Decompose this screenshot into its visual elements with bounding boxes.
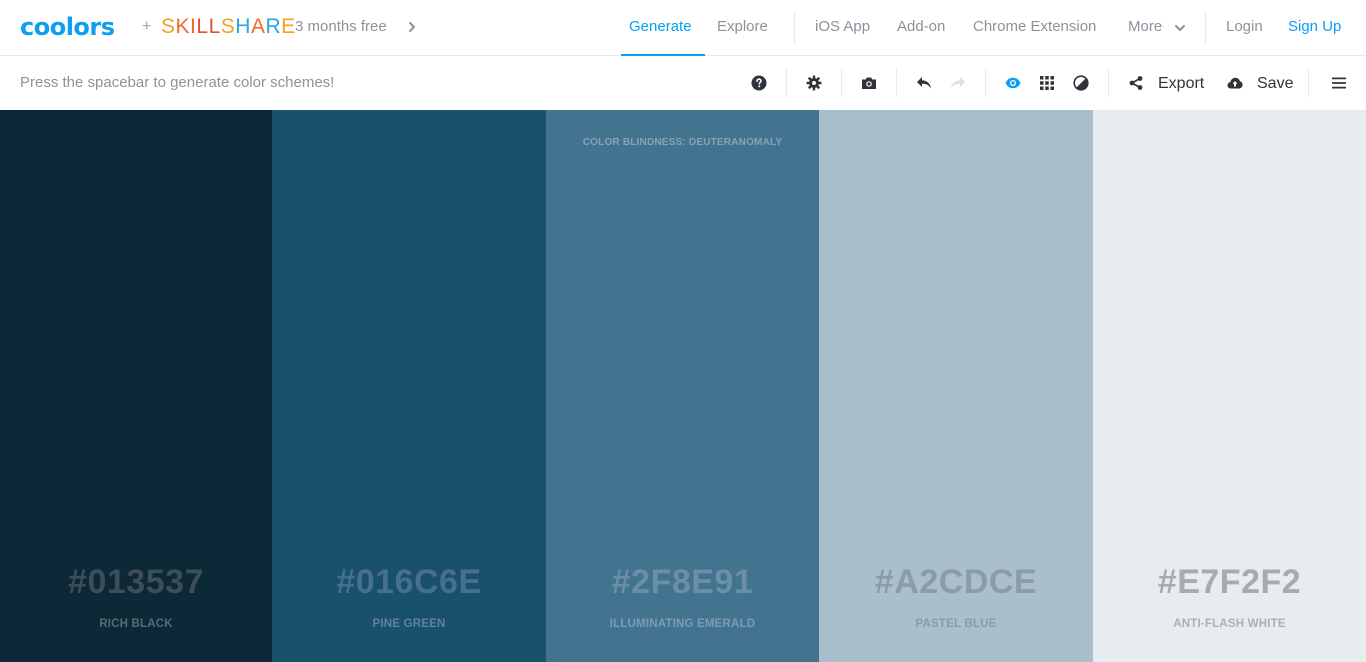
skillshare-letter: K <box>175 15 191 38</box>
redo-icon[interactable] <box>948 73 968 93</box>
grid-icon[interactable] <box>1037 73 1057 93</box>
color-name[interactable]: RICH BLACK <box>0 617 272 631</box>
color-hex-code[interactable]: #A2CDCE <box>819 562 1093 602</box>
skillshare-letter: H <box>235 15 251 38</box>
camera-icon[interactable] <box>859 73 879 93</box>
toolbar-divider <box>841 69 842 97</box>
color-name[interactable]: ILLUMINATING EMERALD <box>546 617 819 631</box>
skillshare-letter: S <box>220 15 236 38</box>
color-name[interactable]: ANTI-FLASH WHITE <box>1093 617 1366 631</box>
color-column[interactable]: #A2CDCE PASTEL BLUE <box>819 110 1093 662</box>
color-column[interactable]: #E7F2F2 ANTI-FLASH WHITE <box>1093 110 1366 662</box>
color-palette: #013537 RICH BLACK #016C6E PINE GREEN COLOR … <box>0 110 1366 662</box>
color-name[interactable]: PASTEL BLUE <box>819 617 1093 631</box>
nav-add-on[interactable]: Add-on <box>897 18 945 36</box>
skillshare-letter: E <box>281 15 296 38</box>
color-hex-code[interactable]: #013537 <box>0 562 272 602</box>
color-hex-code[interactable]: #E7F2F2 <box>1093 562 1366 602</box>
nav-more[interactable]: More <box>1128 18 1162 36</box>
color-hex-code[interactable]: #2F8E91 <box>546 562 819 602</box>
color-name[interactable]: PINE GREEN <box>272 617 546 631</box>
cloud-upload-icon[interactable] <box>1225 73 1245 93</box>
coolors-logo[interactable]: coolors <box>20 13 115 41</box>
top-navigation: coolors + SKILLSHARE 3 months free Gener… <box>0 0 1366 56</box>
nav-ios-app[interactable]: iOS App <box>815 18 870 36</box>
contrast-icon[interactable] <box>1071 73 1091 93</box>
color-column[interactable]: #016C6E PINE GREEN <box>272 110 546 662</box>
color-hex-code[interactable]: #016C6E <box>272 562 546 602</box>
color-column[interactable]: COLOR BLINDNESS: DEUTERANOMALY #2F8E91 ILL… <box>546 110 819 662</box>
toolbar: Press the spacebar to generate color sch… <box>0 56 1366 110</box>
export-button[interactable]: Export <box>1158 75 1204 93</box>
nav-explore[interactable]: Explore <box>717 18 768 36</box>
eye-icon[interactable] <box>1003 73 1023 93</box>
color-blindness-label: COLOR BLINDNESS: DEUTERANOMALY <box>582 137 783 148</box>
chevron-right-icon[interactable] <box>406 21 418 33</box>
nav-chrome-extension[interactable]: Chrome Extension <box>973 18 1096 36</box>
nav-login[interactable]: Login <box>1226 18 1263 36</box>
toolbar-divider <box>985 69 986 97</box>
gear-icon[interactable] <box>804 73 824 93</box>
toolbar-divider <box>1108 69 1109 97</box>
help-icon[interactable] <box>749 73 769 93</box>
spacebar-hint: Press the spacebar to generate color sch… <box>20 74 335 91</box>
toolbar-divider <box>1308 69 1309 97</box>
save-button[interactable]: Save <box>1257 75 1293 93</box>
skillshare-letter: S <box>161 15 176 38</box>
color-column[interactable]: #013537 RICH BLACK <box>0 110 272 662</box>
skillshare-logo[interactable]: SKILLSHARE <box>161 15 296 39</box>
skillshare-letter: R <box>265 15 282 38</box>
toolbar-divider <box>896 69 897 97</box>
nav-sign-up[interactable]: Sign Up <box>1288 18 1341 36</box>
toolbar-divider <box>786 69 787 97</box>
share-icon[interactable] <box>1126 73 1146 93</box>
skillshare-letter: L <box>208 15 221 38</box>
chevron-down-icon[interactable] <box>1174 22 1186 34</box>
nav-divider <box>794 12 795 44</box>
menu-icon[interactable] <box>1329 73 1349 93</box>
nav-generate[interactable]: Generate <box>629 18 692 36</box>
nav-divider <box>1205 12 1206 44</box>
logo-plus: + <box>142 18 152 35</box>
undo-icon[interactable] <box>914 73 934 93</box>
skillshare-letter: L <box>196 15 209 38</box>
promo-link[interactable]: 3 months free <box>295 18 387 36</box>
skillshare-letter: A <box>250 15 266 38</box>
